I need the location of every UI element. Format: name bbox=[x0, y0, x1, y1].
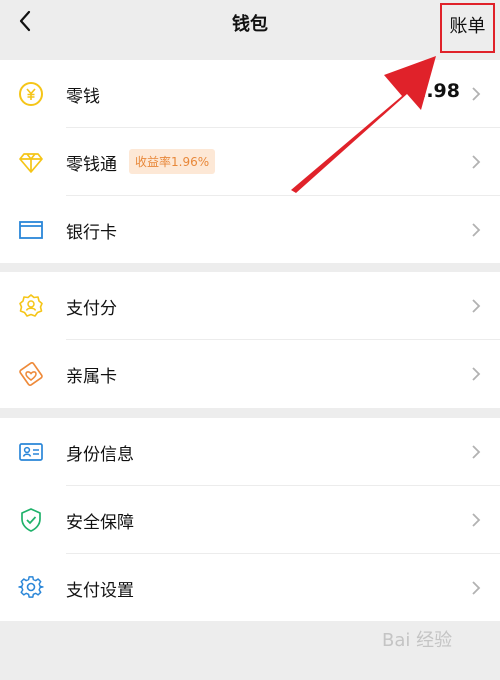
wallet-group-1: 零钱 2.98 零钱通 收益率1.96% 银行卡 bbox=[0, 60, 500, 263]
list-item-label: 零钱 bbox=[66, 87, 100, 107]
yield-rate-badge: 收益率1.96% bbox=[129, 149, 216, 174]
chevron-right-icon bbox=[472, 367, 481, 381]
list-item-family-card[interactable]: 亲属卡 bbox=[0, 340, 500, 408]
list-item-label: 安全保障 bbox=[66, 513, 134, 533]
bank-card-icon bbox=[18, 217, 44, 243]
id-card-icon bbox=[18, 439, 44, 465]
coin-yuan-icon bbox=[18, 81, 44, 107]
chevron-right-icon bbox=[472, 581, 481, 595]
list-item-label: 亲属卡 bbox=[66, 367, 117, 387]
watermark: Bai 经验 bbox=[382, 630, 453, 651]
list-item-label: 支付分 bbox=[66, 299, 117, 319]
top-bar: 钱包 账单 bbox=[0, 0, 500, 53]
chevron-right-icon bbox=[472, 155, 481, 169]
page-title: 钱包 bbox=[232, 14, 268, 35]
gear-icon bbox=[18, 575, 44, 601]
list-item-security[interactable]: 安全保障 bbox=[0, 486, 500, 554]
bill-button[interactable]: 账单 bbox=[440, 3, 495, 53]
chevron-right-icon bbox=[472, 299, 481, 313]
shield-check-icon bbox=[18, 507, 44, 533]
wallet-group-3: 身份信息 安全保障 支付设置 bbox=[0, 418, 500, 621]
list-item-bank-card[interactable]: 银行卡 bbox=[0, 196, 500, 264]
chevron-right-icon bbox=[472, 223, 481, 237]
list-item-label: 身份信息 bbox=[66, 445, 134, 465]
list-item-label: 零钱通 bbox=[66, 155, 117, 175]
wallet-group-2: 支付分 亲属卡 bbox=[0, 272, 500, 408]
list-item-identity[interactable]: 身份信息 bbox=[0, 418, 500, 486]
chevron-right-icon bbox=[472, 87, 481, 101]
family-card-icon bbox=[18, 361, 44, 387]
badge-person-icon bbox=[18, 293, 44, 319]
list-item-label: 银行卡 bbox=[66, 223, 117, 243]
list-item-label: 支付设置 bbox=[66, 581, 134, 601]
list-item-change[interactable]: 零钱 2.98 bbox=[0, 60, 500, 128]
chevron-right-icon bbox=[472, 513, 481, 527]
list-item-lingqiantong[interactable]: 零钱通 收益率1.96% bbox=[0, 128, 500, 196]
chevron-right-icon bbox=[472, 445, 481, 459]
diamond-icon bbox=[18, 149, 44, 175]
list-item-payment-settings[interactable]: 支付设置 bbox=[0, 554, 500, 622]
list-item-payment-score[interactable]: 支付分 bbox=[0, 272, 500, 340]
change-balance: 2.98 bbox=[413, 80, 460, 102]
